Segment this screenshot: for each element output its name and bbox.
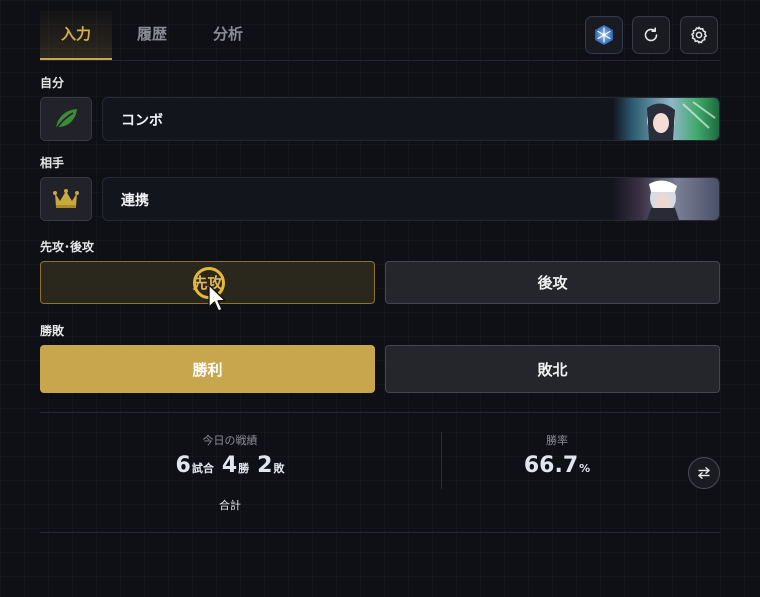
wins-count: 4 — [221, 453, 238, 478]
win-rate: 66.7% — [477, 453, 637, 478]
today-record: 6試合 4勝 2敗 — [148, 453, 312, 478]
self-deck-type-button[interactable] — [40, 97, 92, 141]
opponent-label: 相手 — [40, 156, 65, 170]
tab-bar: 入力 履歴 分析 — [40, 11, 264, 60]
swap-stats-button[interactable] — [688, 457, 720, 489]
games-unit: 試合 — [191, 462, 214, 475]
today-caption: 今日の戦績 — [202, 434, 258, 447]
swap-arrows-icon — [698, 467, 710, 479]
self-deck-name: コンボ — [121, 113, 163, 129]
total-label: 合計 — [219, 499, 241, 512]
refresh-button[interactable] — [632, 16, 670, 54]
opponent-deck-field[interactable]: 連携 — [102, 177, 720, 221]
opponent-deck-name: 連携 — [121, 193, 149, 209]
crown-icon — [53, 189, 79, 208]
second-turn-button[interactable]: 後攻 — [385, 261, 720, 304]
result-label: 勝敗 — [40, 324, 65, 338]
win-rate-caption: 勝率 — [546, 434, 568, 447]
losses-unit: 敗 — [273, 462, 285, 475]
stats-top-divider — [40, 412, 720, 413]
losses-count: 2 — [257, 453, 273, 478]
refresh-icon — [644, 27, 658, 42]
turn-order-label: 先攻･後攻 — [40, 240, 95, 254]
self-deck-field[interactable]: コンボ — [102, 97, 720, 141]
loss-label: 敗北 — [537, 360, 568, 379]
gear-icon — [691, 26, 707, 44]
win-button[interactable]: 勝利 — [40, 345, 375, 393]
stats-vertical-divider — [441, 432, 442, 489]
self-label: 自分 — [40, 76, 65, 90]
app-icon-button[interactable] — [585, 16, 623, 54]
opponent-deck-thumbnail — [613, 178, 719, 220]
win-label: 勝利 — [192, 360, 223, 379]
tab-history[interactable]: 履歴 — [112, 11, 192, 60]
tab-underline — [40, 60, 720, 61]
self-deck-thumbnail — [613, 98, 719, 140]
wins-unit: 勝 — [238, 462, 250, 475]
tab-input[interactable]: 入力 — [40, 11, 112, 60]
leaf-icon — [55, 109, 77, 130]
stats-bottom-divider — [40, 532, 720, 533]
loss-button[interactable]: 敗北 — [385, 345, 720, 393]
opponent-deck-type-button[interactable] — [40, 177, 92, 221]
settings-button[interactable] — [680, 16, 718, 54]
win-rate-value: 66.7 — [523, 453, 579, 478]
mouse-cursor-icon — [208, 284, 226, 312]
second-turn-label: 後攻 — [537, 274, 568, 292]
snowflake-app-icon — [595, 25, 613, 45]
win-rate-unit: % — [579, 462, 591, 475]
games-count: 6 — [175, 453, 191, 478]
tab-analysis[interactable]: 分析 — [192, 11, 264, 60]
